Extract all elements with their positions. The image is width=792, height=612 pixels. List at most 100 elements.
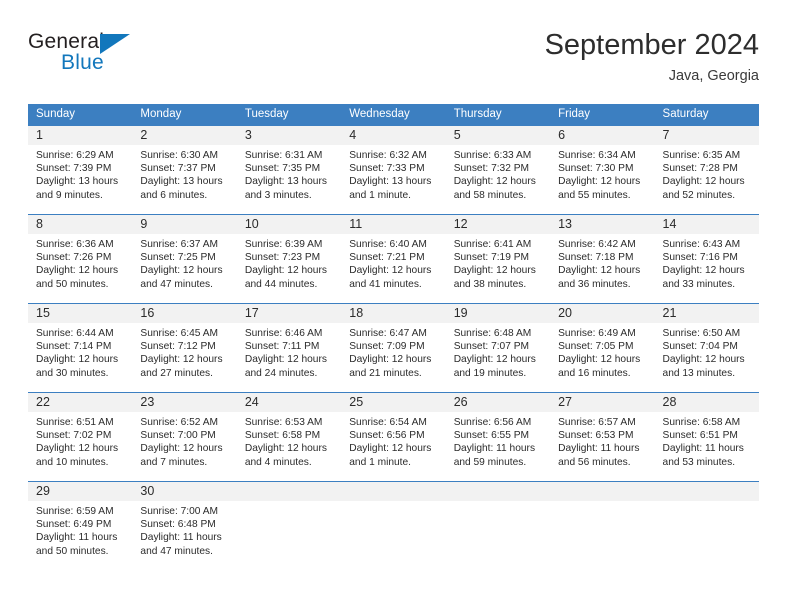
daylight-text-line1: Daylight: 12 hours xyxy=(558,176,641,188)
day-number[interactable]: 4 xyxy=(341,126,445,145)
day-cell[interactable]: Sunrise: 7:00 AM Sunset: 6:48 PM Dayligh… xyxy=(132,501,236,573)
calendar-week-row: 22 23 24 25 26 27 28 Sunrise: 6:51 AM Su… xyxy=(28,392,759,481)
day-cell[interactable]: Sunrise: 6:52 AM Sunset: 7:00 PM Dayligh… xyxy=(132,412,236,481)
day-number[interactable]: 10 xyxy=(237,215,341,234)
weekday-header-monday: Monday xyxy=(140,108,182,120)
day-cell[interactable]: Sunrise: 6:57 AM Sunset: 6:53 PM Dayligh… xyxy=(550,412,654,481)
daylight-text-line1: Daylight: 12 hours xyxy=(244,265,327,277)
day-number[interactable]: 18 xyxy=(341,304,445,323)
daylight-text-line2: and 44 minutes. xyxy=(244,278,318,290)
daylight-text-line2: and 16 minutes. xyxy=(558,367,631,379)
day-cell[interactable]: Sunrise: 6:30 AM Sunset: 7:37 PM Dayligh… xyxy=(132,145,236,214)
daylight-text-line2: and 3 minutes. xyxy=(244,189,312,201)
day-cell[interactable]: Sunrise: 6:59 AM Sunset: 6:49 PM Dayligh… xyxy=(28,501,132,573)
sunrise-text: Sunrise: 6:49 AM xyxy=(558,328,636,339)
day-cell[interactable]: Sunrise: 6:56 AM Sunset: 6:55 PM Dayligh… xyxy=(446,412,550,481)
daylight-text-line1: Daylight: 12 hours xyxy=(662,354,745,366)
day-number[interactable]: 25 xyxy=(341,393,445,412)
day-cell-empty xyxy=(446,501,550,573)
daylight-text-line1: Daylight: 12 hours xyxy=(349,443,432,455)
day-cell[interactable]: Sunrise: 6:39 AM Sunset: 7:23 PM Dayligh… xyxy=(237,234,341,303)
day-number[interactable]: 21 xyxy=(655,304,759,323)
day-cell[interactable]: Sunrise: 6:32 AM Sunset: 7:33 PM Dayligh… xyxy=(341,145,445,214)
day-number[interactable]: 20 xyxy=(550,304,654,323)
day-cell[interactable]: Sunrise: 6:37 AM Sunset: 7:25 PM Dayligh… xyxy=(132,234,236,303)
day-number[interactable]: 13 xyxy=(550,215,654,234)
daylight-text-line2: and 1 minute. xyxy=(349,189,411,201)
day-number[interactable]: 7 xyxy=(655,126,759,145)
day-cell[interactable]: Sunrise: 6:58 AM Sunset: 6:51 PM Dayligh… xyxy=(655,412,759,481)
sunset-text: Sunset: 7:14 PM xyxy=(36,341,112,353)
day-number[interactable]: 24 xyxy=(237,393,341,412)
day-number[interactable]: 2 xyxy=(132,126,236,145)
day-number[interactable]: 9 xyxy=(132,215,236,234)
day-number[interactable]: 16 xyxy=(132,304,236,323)
day-number[interactable]: 17 xyxy=(237,304,341,323)
day-number[interactable]: 23 xyxy=(132,393,236,412)
calendar-week-row: 8 9 10 11 12 13 14 Sunrise: 6:36 AM Suns… xyxy=(28,214,759,303)
day-number[interactable]: 6 xyxy=(550,126,654,145)
day-number[interactable]: 1 xyxy=(28,126,132,145)
day-number[interactable]: 11 xyxy=(341,215,445,234)
sunset-text: Sunset: 7:07 PM xyxy=(453,341,530,353)
day-cell[interactable]: Sunrise: 6:40 AM Sunset: 7:21 PM Dayligh… xyxy=(341,234,445,303)
sunset-text: Sunset: 7:35 PM xyxy=(244,163,321,175)
daylight-text-line1: Daylight: 12 hours xyxy=(36,443,119,455)
day-number[interactable]: 29 xyxy=(28,482,132,501)
sunset-text: Sunset: 7:04 PM xyxy=(662,341,738,353)
day-cell[interactable]: Sunrise: 6:41 AM Sunset: 7:19 PM Dayligh… xyxy=(446,234,550,303)
day-number[interactable]: 15 xyxy=(28,304,132,323)
day-cell[interactable]: Sunrise: 6:42 AM Sunset: 7:18 PM Dayligh… xyxy=(550,234,654,303)
daylight-text-line1: Daylight: 11 hours xyxy=(36,532,118,544)
daylight-text-line1: Daylight: 11 hours xyxy=(662,443,744,455)
day-number[interactable]: 22 xyxy=(28,393,132,412)
day-number[interactable]: 8 xyxy=(28,215,132,234)
daylight-text-line1: Daylight: 11 hours xyxy=(453,443,536,455)
day-number-empty xyxy=(341,482,445,501)
sunset-text: Sunset: 6:56 PM xyxy=(349,430,425,442)
day-cell[interactable]: Sunrise: 6:51 AM Sunset: 7:02 PM Dayligh… xyxy=(28,412,132,481)
day-number[interactable]: 27 xyxy=(550,393,654,412)
day-cell[interactable]: Sunrise: 6:53 AM Sunset: 6:58 PM Dayligh… xyxy=(237,412,341,481)
daylight-text-line2: and 36 minutes. xyxy=(558,278,631,290)
day-cell[interactable]: Sunrise: 6:36 AM Sunset: 7:26 PM Dayligh… xyxy=(28,234,132,303)
day-number[interactable]: 30 xyxy=(132,482,236,501)
daylight-text-line1: Daylight: 11 hours xyxy=(558,443,640,455)
sunset-text: Sunset: 7:21 PM xyxy=(349,252,425,264)
daylight-text-line2: and 27 minutes. xyxy=(140,367,213,379)
daylight-text-line2: and 10 minutes. xyxy=(36,456,109,468)
day-cell[interactable]: Sunrise: 6:35 AM Sunset: 7:28 PM Dayligh… xyxy=(655,145,759,214)
day-cell[interactable]: Sunrise: 6:29 AM Sunset: 7:39 PM Dayligh… xyxy=(28,145,132,214)
day-number[interactable]: 14 xyxy=(655,215,759,234)
day-cell[interactable]: Sunrise: 6:43 AM Sunset: 7:16 PM Dayligh… xyxy=(655,234,759,303)
week-detail-band: Sunrise: 6:51 AM Sunset: 7:02 PM Dayligh… xyxy=(28,412,759,481)
day-number[interactable]: 12 xyxy=(446,215,550,234)
sunrise-text: Sunrise: 6:48 AM xyxy=(453,328,532,339)
day-number[interactable]: 19 xyxy=(446,304,550,323)
day-cell[interactable]: Sunrise: 6:33 AM Sunset: 7:32 PM Dayligh… xyxy=(446,145,550,214)
page-title: September 2024 xyxy=(544,29,759,61)
day-cell[interactable]: Sunrise: 6:44 AM Sunset: 7:14 PM Dayligh… xyxy=(28,323,132,392)
calendar-grid: Sunday Monday Tuesday Wednesday Thursday… xyxy=(28,104,759,573)
day-cell[interactable]: Sunrise: 6:31 AM Sunset: 7:35 PM Dayligh… xyxy=(237,145,341,214)
day-cell[interactable]: Sunrise: 6:49 AM Sunset: 7:05 PM Dayligh… xyxy=(550,323,654,392)
sunrise-text: Sunrise: 6:47 AM xyxy=(349,328,427,339)
sunset-text: Sunset: 7:37 PM xyxy=(140,163,216,175)
day-number[interactable]: 26 xyxy=(446,393,550,412)
sunset-text: Sunset: 7:02 PM xyxy=(36,430,112,442)
day-cell[interactable]: Sunrise: 6:54 AM Sunset: 6:56 PM Dayligh… xyxy=(341,412,445,481)
day-cell[interactable]: Sunrise: 6:48 AM Sunset: 7:07 PM Dayligh… xyxy=(446,323,550,392)
day-cell[interactable]: Sunrise: 6:47 AM Sunset: 7:09 PM Dayligh… xyxy=(341,323,445,392)
day-number[interactable]: 3 xyxy=(237,126,341,145)
daylight-text-line1: Daylight: 12 hours xyxy=(349,354,432,366)
day-number[interactable]: 5 xyxy=(446,126,550,145)
sunset-text: Sunset: 7:32 PM xyxy=(453,163,530,175)
day-number[interactable]: 28 xyxy=(655,393,759,412)
day-cell[interactable]: Sunrise: 6:45 AM Sunset: 7:12 PM Dayligh… xyxy=(132,323,236,392)
day-cell[interactable]: Sunrise: 6:34 AM Sunset: 7:30 PM Dayligh… xyxy=(550,145,654,214)
weekday-header-row: Sunday Monday Tuesday Wednesday Thursday… xyxy=(28,104,759,125)
general-blue-logo[interactable]: General Blue xyxy=(28,30,228,86)
day-cell[interactable]: Sunrise: 6:46 AM Sunset: 7:11 PM Dayligh… xyxy=(237,323,341,392)
day-cell[interactable]: Sunrise: 6:50 AM Sunset: 7:04 PM Dayligh… xyxy=(655,323,759,392)
daylight-text-line1: Daylight: 13 hours xyxy=(244,176,327,188)
